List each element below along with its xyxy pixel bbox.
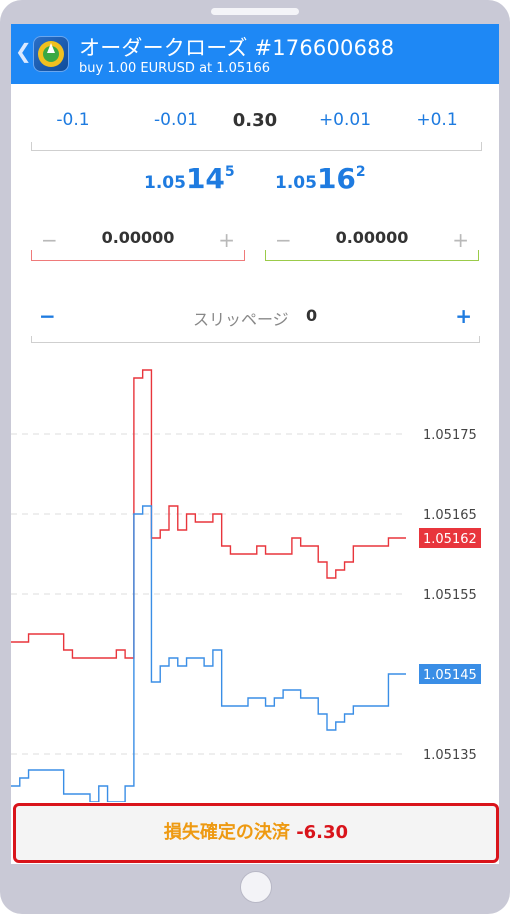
- app-logo-icon: [33, 36, 69, 72]
- svg-text:1.05162: 1.05162: [423, 532, 477, 547]
- bid-price-line: [11, 505, 406, 802]
- slippage-stepper: − スリッページ 0 +: [31, 300, 480, 344]
- stop-loss-field[interactable]: − 0.00000 +: [31, 222, 245, 262]
- volume-plus-0-01-button[interactable]: +0.01: [305, 110, 385, 130]
- slippage-minus-button[interactable]: −: [39, 304, 56, 328]
- back-chevron-icon[interactable]: ❮: [15, 39, 32, 63]
- svg-text:1.05145: 1.05145: [423, 668, 477, 683]
- ask-price: 1.05162: [275, 162, 366, 195]
- bid-price: 1.05145: [144, 162, 235, 195]
- volume-minus-0-1-button[interactable]: -0.1: [33, 110, 113, 130]
- home-button[interactable]: [240, 871, 272, 903]
- y-tick-label: 1.05155: [423, 588, 477, 603]
- header-bar: ❮ オーダークローズ #176600688 buy 1.00 EURUSD at…: [11, 24, 499, 84]
- close-order-button[interactable]: 損失確定の決済 -6.30: [13, 803, 499, 863]
- slippage-label: スリッページ: [193, 310, 289, 329]
- page-title: オーダークローズ #176600688: [79, 36, 395, 60]
- y-tick-label: 1.05175: [423, 428, 477, 443]
- take-profit-value[interactable]: 0.00000: [265, 228, 479, 247]
- stop-loss-value[interactable]: 0.00000: [31, 228, 245, 247]
- tick-chart: 1.05175 1.05165 1.05155 1.05135 1.05162 1.051…: [11, 369, 481, 802]
- y-tick-label: 1.05135: [423, 748, 477, 763]
- slippage-underline: [31, 336, 480, 343]
- close-order-label: 損失確定の決済: [163, 822, 290, 843]
- device-frame: ❮ オーダークローズ #176600688 buy 1.00 EURUSD at…: [0, 0, 510, 914]
- speaker-grille: [211, 8, 299, 15]
- bid-price-label: 1.05145: [419, 664, 481, 684]
- volume-value[interactable]: 0.30: [215, 110, 295, 131]
- take-profit-plus-button[interactable]: +: [452, 228, 469, 252]
- slippage-plus-button[interactable]: +: [455, 304, 472, 328]
- volume-plus-0-1-button[interactable]: +0.1: [397, 110, 477, 130]
- app-screen: ❮ オーダークローズ #176600688 buy 1.00 EURUSD at…: [11, 24, 499, 864]
- order-subtitle: buy 1.00 EURUSD at 1.05166: [79, 61, 271, 76]
- take-profit-underline: [265, 250, 479, 261]
- y-tick-label: 1.05165: [423, 508, 477, 523]
- slippage-value[interactable]: 0: [306, 306, 317, 325]
- stop-loss-plus-button[interactable]: +: [218, 228, 235, 252]
- take-profit-field[interactable]: − 0.00000 +: [265, 222, 479, 262]
- volume-minus-0-01-button[interactable]: -0.01: [136, 110, 216, 130]
- stop-loss-underline: [31, 250, 245, 261]
- close-order-amount: -6.30: [296, 822, 349, 843]
- ask-price-label: 1.05162: [419, 528, 481, 548]
- volume-stepper: -0.1 -0.01 0.30 +0.01 +0.1: [31, 102, 479, 138]
- volume-underline: [31, 142, 482, 151]
